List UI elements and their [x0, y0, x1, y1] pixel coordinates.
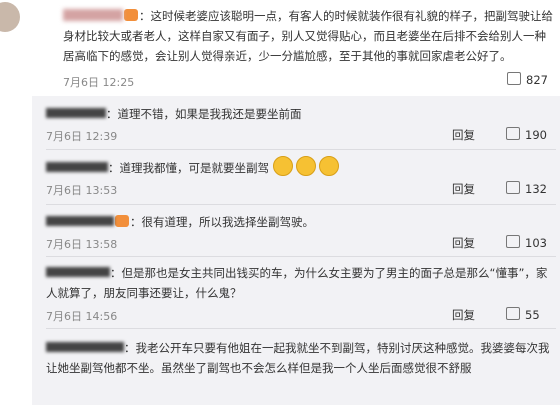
emoji-icon — [318, 156, 339, 176]
reply-username[interactable] — [46, 162, 108, 172]
like-button[interactable]: 132 — [506, 181, 547, 196]
like-count: 103 — [525, 236, 547, 250]
emoji-icon — [295, 156, 316, 176]
username[interactable] — [63, 9, 123, 21]
replies-panel: ：道理不错，如果是我我还是要坐前面 7月6日 12:39 回复 190 ：道理我… — [32, 96, 560, 405]
vip-badge-icon — [124, 9, 138, 21]
reply-username[interactable] — [46, 108, 106, 118]
reply-button[interactable]: 回复 — [452, 307, 475, 323]
reply-text: ：道理我都懂，可是就要坐副驾 — [108, 161, 269, 175]
reply-item: ：道理我都懂，可是就要坐副驾 7月6日 13:53 回复 132 — [46, 156, 556, 197]
divider — [46, 328, 556, 329]
like-count: 132 — [525, 182, 547, 196]
reply-time: 7月6日 12:39 — [46, 130, 118, 143]
reply-time: 7月6日 13:53 — [46, 184, 118, 197]
like-count: 827 — [526, 73, 548, 87]
reply-text: ：但是那也是女主共同出钱买的车，为什么女主要为了男主的面子总是那么“懂事”，家人… — [46, 266, 548, 300]
comment-thread: ：这时候老婆应该聪明一点，有客人的时候就装作很有礼貌的样子，把副驾驶让给身材比较… — [0, 0, 560, 405]
emoji-icon — [272, 156, 293, 176]
main-comment-time: 7月6日 12:25 — [63, 76, 135, 89]
divider — [46, 204, 556, 205]
reply-username[interactable] — [46, 267, 110, 277]
reply-item: ：很有道理，所以我选择坐副驾驶。 7月6日 13:58 回复 103 — [46, 212, 556, 251]
like-button[interactable]: 190 — [506, 127, 547, 142]
reply-button[interactable]: 回复 — [452, 235, 475, 251]
reply-username[interactable] — [46, 216, 114, 226]
divider — [46, 256, 556, 257]
reply-text: ：道理不错，如果是我我还是要坐前面 — [106, 107, 302, 121]
reply-text: ：很有道理，所以我选择坐副驾驶。 — [130, 215, 314, 229]
thumbs-up-icon — [506, 181, 520, 194]
like-count: 190 — [525, 128, 547, 142]
reply-username[interactable] — [46, 342, 124, 352]
reply-button[interactable]: 回复 — [452, 127, 475, 143]
reply-item: ：但是那也是女主共同出钱买的车，为什么女主要为了男主的面子总是那么“懂事”，家人… — [46, 263, 556, 323]
avatar[interactable] — [0, 2, 24, 32]
like-count: 55 — [525, 308, 540, 322]
main-comment: ：这时候老婆应该聪明一点，有客人的时候就装作很有礼貌的样子，把副驾驶让给身材比较… — [63, 6, 553, 66]
reply-item: ：我老公开车只要有他姐在一起我就坐不到副驾，特别讨厌这种感觉。我婆婆每次我让她坐… — [46, 338, 556, 378]
divider — [46, 149, 556, 150]
reply-time: 7月6日 13:58 — [46, 238, 118, 251]
reply-button[interactable]: 回复 — [452, 181, 475, 197]
thumbs-up-icon — [507, 72, 521, 85]
like-button[interactable]: 55 — [506, 307, 540, 322]
like-button[interactable]: 103 — [506, 235, 547, 250]
thumbs-up-icon — [506, 307, 520, 320]
like-button[interactable]: 827 — [507, 72, 548, 87]
thumbs-up-icon — [506, 127, 520, 140]
thumbs-up-icon — [506, 235, 520, 248]
reply-time: 7月6日 14:56 — [46, 310, 118, 323]
vip-badge-icon — [115, 215, 129, 227]
reply-item: ：道理不错，如果是我我还是要坐前面 7月6日 12:39 回复 190 — [46, 104, 556, 143]
